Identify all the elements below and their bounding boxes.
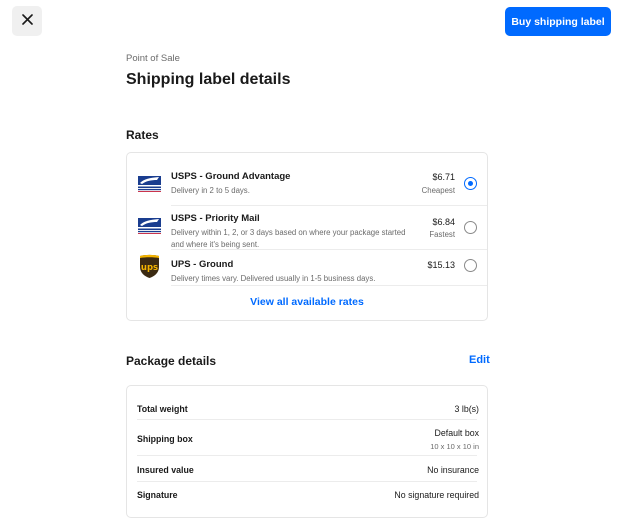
rate-description: Delivery within 1, 2, or 3 days based on… bbox=[171, 228, 406, 249]
close-button[interactable] bbox=[12, 6, 42, 36]
edit-package-link[interactable]: Edit bbox=[469, 354, 490, 366]
rate-radio[interactable] bbox=[464, 259, 477, 272]
rate-name: USPS - Priority Mail bbox=[171, 213, 260, 224]
rate-option-usps-ground-advantage[interactable]: USPS - Ground Advantage Delivery in 2 to… bbox=[127, 163, 487, 207]
buy-shipping-label-button[interactable]: Buy shipping label bbox=[505, 7, 611, 36]
row-value: No insurance bbox=[427, 465, 479, 475]
row-value: Default box bbox=[434, 428, 480, 438]
divider bbox=[137, 481, 477, 482]
rate-name: UPS - Ground bbox=[171, 259, 234, 270]
page-title: Shipping label details bbox=[126, 71, 291, 88]
row-value: No signature required bbox=[394, 490, 479, 500]
row-label: Total weight bbox=[137, 404, 188, 414]
usps-logo-icon bbox=[137, 171, 162, 196]
row-sub-value: 10 x 10 x 10 in bbox=[430, 442, 479, 451]
divider bbox=[137, 455, 477, 456]
rate-price: $15.13 bbox=[427, 260, 455, 270]
row-label: Signature bbox=[137, 490, 178, 500]
package-details-title: Package details bbox=[126, 354, 217, 368]
rate-tag: Fastest bbox=[429, 230, 455, 239]
row-label: Insured value bbox=[137, 465, 194, 475]
ups-logo-icon: ups bbox=[137, 254, 162, 279]
divider bbox=[137, 419, 477, 420]
rate-tag: Cheapest bbox=[421, 186, 455, 195]
divider bbox=[171, 285, 487, 286]
rate-description: Delivery times vary. Delivered usually i… bbox=[171, 274, 376, 283]
package-details-card: Total weight 3 lb(s) Shipping box Defaul… bbox=[126, 385, 488, 518]
rate-name: USPS - Ground Advantage bbox=[171, 171, 291, 182]
rate-radio[interactable] bbox=[464, 221, 477, 234]
row-label: Shipping box bbox=[137, 434, 193, 444]
rates-card: USPS - Ground Advantage Delivery in 2 to… bbox=[126, 152, 488, 321]
svg-text:ups: ups bbox=[141, 263, 158, 273]
divider bbox=[171, 249, 487, 250]
row-value: 3 lb(s) bbox=[454, 404, 479, 414]
rate-price: $6.71 bbox=[432, 172, 455, 182]
view-all-rates-link[interactable]: View all available rates bbox=[127, 296, 487, 308]
close-icon bbox=[21, 12, 33, 30]
rates-section-title: Rates bbox=[126, 128, 159, 142]
rate-description: Delivery in 2 to 5 days. bbox=[171, 186, 250, 195]
rate-radio-selected[interactable] bbox=[464, 177, 477, 190]
usps-logo-icon bbox=[137, 213, 162, 238]
rate-price: $6.84 bbox=[432, 217, 455, 227]
breadcrumb: Point of Sale bbox=[126, 53, 180, 64]
rate-option-usps-priority-mail[interactable]: USPS - Priority Mail Delivery within 1, … bbox=[127, 205, 487, 249]
rate-option-ups-ground[interactable]: ups UPS - Ground Delivery times vary. De… bbox=[127, 251, 487, 285]
